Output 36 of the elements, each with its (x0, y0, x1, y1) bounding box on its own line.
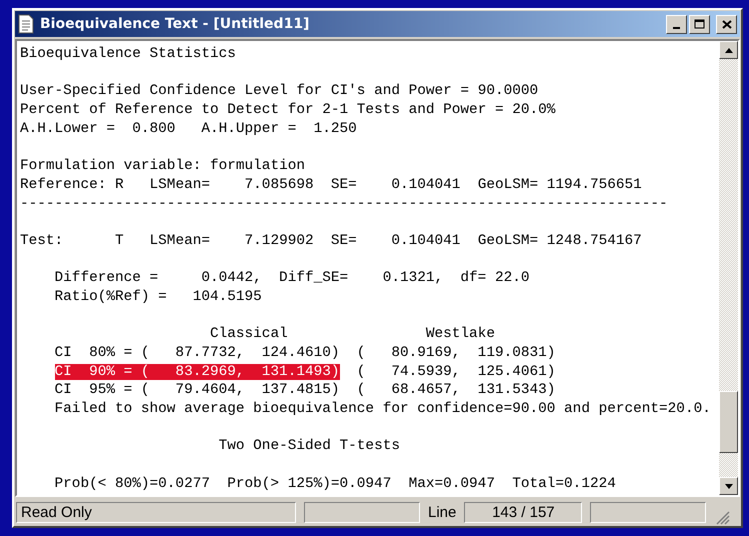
output-line: Formulation variable: formulation (20, 158, 305, 174)
line-position: 143 / 157 (464, 502, 582, 522)
document-icon (18, 14, 34, 34)
minimize-icon (673, 27, 680, 29)
close-button[interactable] (716, 14, 737, 34)
output-line: Reference: R LSMean= 7.085698 SE= 0.104041 GeoLSM= 1194.756651 (20, 176, 642, 193)
output-line: CI 95% = ( 79.4604, 137.4815) ( 68.4657, 131.5343) (54, 382, 556, 398)
status-mode: Read Only (16, 502, 296, 522)
maximize-button[interactable] (689, 14, 710, 34)
output-line: Difference = 0.0442, Diff_SE= 0.1321, df= 22.0 (54, 270, 530, 286)
maximize-icon (694, 19, 705, 29)
output-line: Bioequivalence Statistics (20, 46, 236, 62)
close-icon (722, 20, 732, 28)
output-line: CI 80% = ( 87.7732, 124.4610) ( 80.9169, 119.0831) (54, 345, 556, 361)
down-arrow-icon (724, 484, 732, 488)
line-label: Line (428, 504, 456, 520)
output-line: Failed to show average bioequivalence for confidence=90.00 and percent=20.0. (54, 401, 711, 418)
up-arrow-icon (724, 48, 732, 52)
resize-grip-icon (714, 509, 730, 525)
output-line: User-Specified Confidence Level for CI's and Power = 90.0000 (20, 83, 538, 100)
window-title: Bioequivalence Text - [Untitled11] (40, 16, 310, 32)
output-line: Two One-Sided T-tests (218, 438, 400, 454)
minimize-button[interactable] (666, 14, 687, 34)
output-line: Percent of Reference to Detect for 2-1 Tests and Power = 20.0% (20, 102, 556, 118)
vertical-scrollbar[interactable] (719, 41, 738, 495)
selected-text: CI 90% = ( 83.2969, 131.1493) (54, 364, 340, 380)
output-line: Classical Westlake (208, 326, 495, 342)
output-line: --------------------------------------------------------------------------- (20, 196, 668, 212)
output-line: Ratio(%Ref) = 104.5195 (54, 288, 262, 305)
output-line: A.H.Lower = 0.800 A.H.Upper = 1.250 (20, 120, 357, 137)
output-line: Test: T LSMean= 7.129902 SE= 0.104041 GeoLSM= 1248.754167 (20, 232, 642, 249)
output-line: ( 74.5939, 125.4061) (356, 364, 556, 380)
output-line: Prob(< 80%)=0.0277 Prob(> 125%)=0.0947 Max=0.0947 Total=0.1224 (54, 476, 616, 492)
scroll-down-button[interactable] (719, 477, 738, 495)
scroll-thumb[interactable] (719, 391, 738, 453)
scroll-up-button[interactable] (719, 41, 738, 59)
